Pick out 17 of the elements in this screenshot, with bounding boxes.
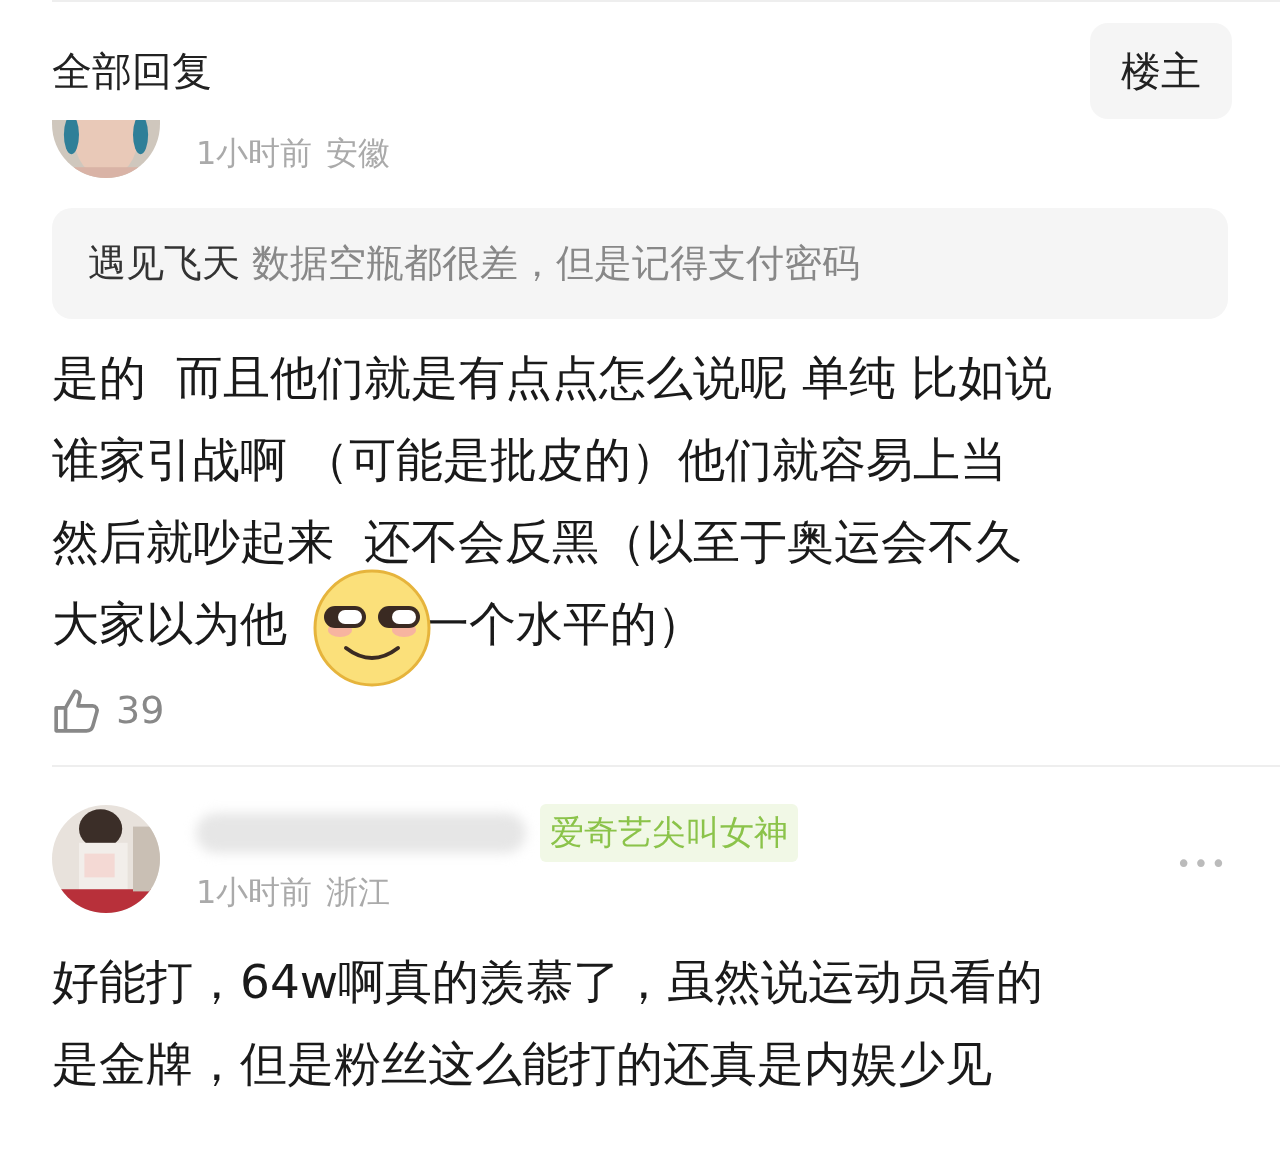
comment-text: 然后就吵起来 还不会反黑（以至于奥运会不久 [52, 513, 1022, 571]
author-filter-button[interactable]: 楼主 [1090, 23, 1232, 119]
user-badge: 爱奇艺尖叫女神 [540, 804, 798, 862]
comment-location: 安徽 [326, 133, 391, 174]
comment-text: 是的 而且他们就是有点点怎么说呢 单纯 比如说 [52, 349, 1052, 407]
comment-time: 1小时前 [196, 872, 313, 913]
comment-text: 大家以为他 [52, 595, 287, 653]
comment-text: 谁家引战啊 （可能是批皮的）他们就容易上当 [52, 431, 1007, 489]
like-button[interactable]: 39 [52, 685, 165, 735]
more-button[interactable]: ••• [1176, 849, 1228, 879]
quoted-reply: 遇见飞天 数据空瓶都很差，但是记得支付密码 [52, 208, 1228, 319]
comment-location: 浙江 [326, 872, 391, 913]
section-title: 全部回复 [52, 46, 212, 96]
comment-text: 是金牌，但是粉丝这么能打的还真是内娱少见 [52, 1035, 992, 1093]
smiley-sticker-icon [312, 568, 432, 688]
comment-time: 1小时前 [196, 133, 313, 174]
comment-text: 好能打，64w啊真的羡慕了，虽然说运动员看的 [52, 953, 1044, 1011]
